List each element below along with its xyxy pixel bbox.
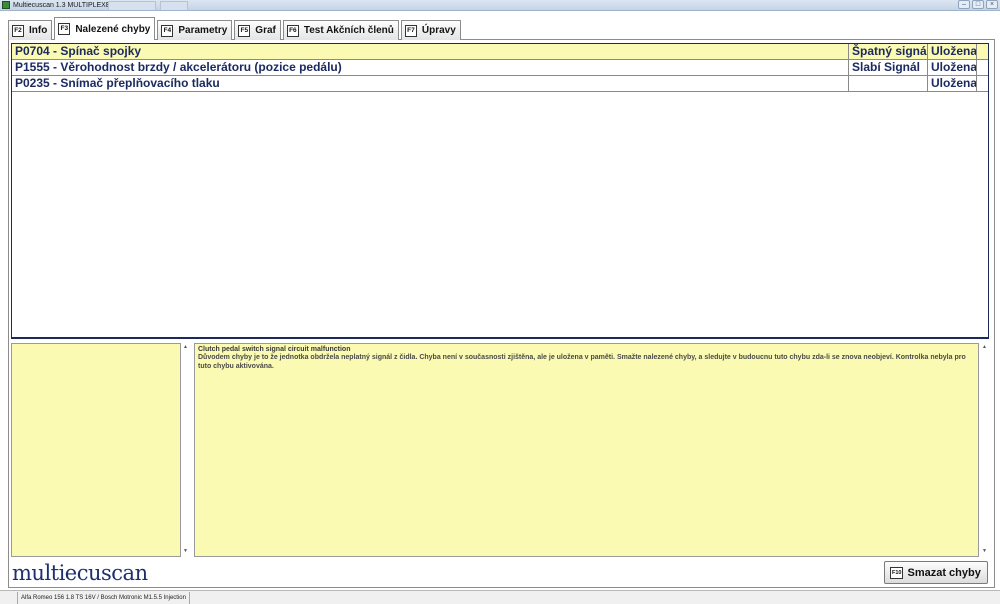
background-tab: [160, 1, 188, 10]
detail-title: Clutch pedal switch signal circuit malfu…: [198, 346, 351, 353]
window-title: Multiecuscan 1.3 MULTIPLEXED: [13, 2, 116, 9]
title-bar: Multiecuscan 1.3 MULTIPLEXED – □ ×: [0, 0, 1000, 11]
f7-key-icon: F7: [404, 24, 417, 37]
tab-found-errors[interactable]: F3 Nalezené chyby: [54, 17, 156, 40]
tab-label: Úpravy: [421, 25, 456, 36]
status-bar: Alfa Romeo 156 1.8 TS 16V / Bosch Motron…: [0, 590, 1000, 604]
clear-errors-label: Smazat chyby: [907, 566, 981, 579]
left-panel-scrollbar[interactable]: ▲ ▼: [181, 343, 190, 557]
error-description: P0704 - Spínač spojky: [12, 44, 849, 59]
error-description: P1555 - Věrohodnost brzdy / akcelerátoru…: [12, 60, 849, 75]
error-status: Špatný signál: [849, 44, 928, 59]
f2-key-icon: F2: [12, 24, 24, 37]
error-list[interactable]: P0704 - Spínač spojky Špatný signál Ulož…: [11, 43, 989, 339]
tab-actuator-test[interactable]: F6 Test Akčních členů: [282, 20, 399, 40]
app-icon: [2, 1, 10, 9]
error-memory-state: Uložena: [928, 44, 977, 59]
tab-label: Info: [29, 25, 48, 36]
error-row[interactable]: P0704 - Spínač spojky Špatný signál Ulož…: [12, 44, 988, 60]
f5-key-icon: F5: [238, 24, 251, 37]
tab-parameters[interactable]: F4 Parametry: [157, 20, 233, 40]
scroll-up-icon[interactable]: ▲: [182, 344, 189, 351]
f4-key-icon: F4: [161, 24, 174, 37]
scroll-down-icon[interactable]: ▼: [981, 548, 988, 555]
restore-icon[interactable]: □: [972, 0, 984, 9]
f10-key-icon: F10: [890, 566, 904, 579]
error-status: [849, 76, 928, 91]
vehicle-status: Alfa Romeo 156 1.8 TS 16V / Bosch Motron…: [17, 592, 190, 604]
tab-label: Parametry: [178, 25, 228, 36]
error-memory-state: Uložena: [928, 60, 977, 75]
tab-label: Nalezené chyby: [75, 23, 151, 35]
tab-label: Graf: [255, 25, 276, 36]
clear-errors-button[interactable]: F10 Smazat chyby: [884, 561, 988, 584]
error-status: Slabí Signál: [849, 60, 928, 75]
tab-info[interactable]: F2 Info: [8, 20, 53, 40]
row-end-cell: [977, 60, 988, 75]
row-end-cell: [977, 44, 988, 59]
window-controls: – □ ×: [958, 0, 998, 9]
tab-graph[interactable]: F5 Graf: [234, 20, 281, 40]
multiecuscan-logo: multiecuscan: [12, 561, 148, 585]
detail-text: Důvodem chyby je to že jednotka obdržela…: [198, 354, 966, 370]
error-row[interactable]: P0235 - Snímač přeplňovacího tlaku Ulože…: [12, 76, 988, 92]
minimize-icon[interactable]: –: [958, 0, 970, 9]
tab-label: Test Akčních členů: [303, 25, 394, 36]
error-row[interactable]: P1555 - Věrohodnost brzdy / akcelerátoru…: [12, 60, 988, 76]
row-end-cell: [977, 76, 988, 91]
detail-panel-scrollbar[interactable]: ▲ ▼: [980, 343, 989, 557]
scroll-up-icon[interactable]: ▲: [981, 344, 988, 351]
scroll-down-icon[interactable]: ▼: [182, 548, 189, 555]
code-info-panel: [11, 343, 181, 557]
background-tab: [108, 1, 156, 10]
error-description: P0235 - Snímač přeplňovacího tlaku: [12, 76, 849, 91]
f6-key-icon: F6: [286, 24, 299, 37]
f3-key-icon: F3: [58, 23, 71, 35]
tab-strip: F2 Info F3 Nalezené chyby F4 Parametry F…: [8, 17, 463, 40]
error-memory-state: Uložena: [928, 76, 977, 91]
tab-adjustments[interactable]: F7 Úpravy: [400, 20, 461, 40]
error-detail-panel: Clutch pedal switch signal circuit malfu…: [194, 343, 979, 557]
close-icon[interactable]: ×: [986, 0, 998, 9]
